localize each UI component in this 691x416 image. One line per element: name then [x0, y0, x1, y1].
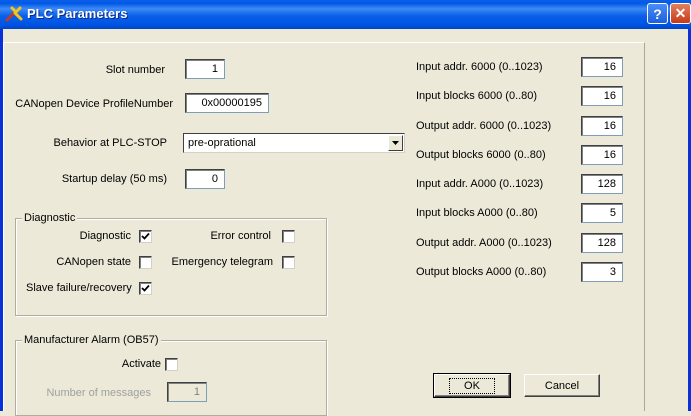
error-control-checkbox[interactable] [282, 230, 295, 243]
diagnostic-group-title: Diagnostic [22, 212, 78, 224]
error-control-label: Error control [210, 230, 271, 242]
io-field[interactable]: 16 [581, 116, 623, 136]
io-field[interactable]: 16 [581, 86, 623, 106]
number-of-messages-label: Number of messages [46, 387, 151, 399]
close-button[interactable]: ✕ [670, 3, 691, 24]
slave-failure-label: Slave failure/recovery [26, 282, 132, 294]
emergency-telegram-label: Emergency telegram [171, 256, 274, 268]
slot-number-field[interactable]: 1 [185, 59, 225, 79]
canopen-state-checkbox[interactable] [139, 256, 152, 269]
io-label: Output addr. A000 (0..1023) [416, 237, 552, 249]
ok-button[interactable]: OK [433, 373, 511, 398]
slot-number-label: Slot number [105, 64, 165, 76]
window-title: PLC Parameters [27, 6, 128, 21]
io-field[interactable]: 128 [581, 174, 623, 194]
diagnostic-label: Diagnostic [79, 230, 131, 242]
emergency-telegram-checkbox[interactable] [282, 256, 295, 269]
io-label: Output blocks A000 (0..80) [416, 266, 547, 278]
io-label: Input addr. A000 (0..1023) [416, 178, 544, 190]
activate-label: Activate [121, 358, 161, 370]
startup-delay-label: Startup delay (50 ms) [61, 173, 167, 185]
number-of-messages-field: 1 [167, 382, 207, 402]
app-icon [4, 4, 24, 24]
cancel-button-label: Cancel [544, 379, 580, 392]
behavior-label: Behavior at PLC-STOP [53, 137, 167, 149]
manufacturer-alarm-group: Manufacturer Alarm (OB57) [15, 334, 327, 416]
io-field[interactable]: 3 [581, 262, 623, 282]
cancel-button[interactable]: Cancel [524, 374, 600, 397]
io-label: Input addr. 6000 (0..1023) [416, 61, 543, 73]
io-label: Output blocks 6000 (0..80) [416, 149, 546, 161]
io-label: Input blocks 6000 (0..80) [416, 90, 538, 102]
ok-button-label: OK [449, 377, 495, 394]
io-label: Output addr. 6000 (0..1023) [416, 120, 552, 132]
slave-failure-checkbox[interactable] [139, 282, 152, 295]
behavior-value: pre-oprational [188, 137, 256, 149]
io-field[interactable]: 16 [581, 57, 623, 77]
startup-delay-field[interactable]: 0 [185, 169, 225, 189]
chevron-down-icon[interactable] [388, 135, 403, 151]
io-field[interactable]: 128 [581, 233, 623, 253]
help-button[interactable]: ? [647, 3, 668, 24]
io-label: Input blocks A000 (0..80) [416, 207, 538, 219]
profile-number-label: CANopen Device ProfileNumber [15, 98, 173, 110]
activate-checkbox[interactable] [165, 358, 178, 371]
behavior-select[interactable]: pre-oprational [183, 133, 405, 153]
io-field[interactable]: 5 [581, 203, 623, 223]
canopen-state-label: CANopen state [56, 256, 131, 268]
io-field[interactable]: 16 [581, 145, 623, 165]
title-bar: PLC Parameters ? ✕ [0, 0, 691, 29]
manufacturer-alarm-group-title: Manufacturer Alarm (OB57) [22, 334, 161, 346]
diagnostic-checkbox[interactable] [139, 230, 152, 243]
profile-number-field[interactable]: 0x00000195 [185, 93, 269, 113]
